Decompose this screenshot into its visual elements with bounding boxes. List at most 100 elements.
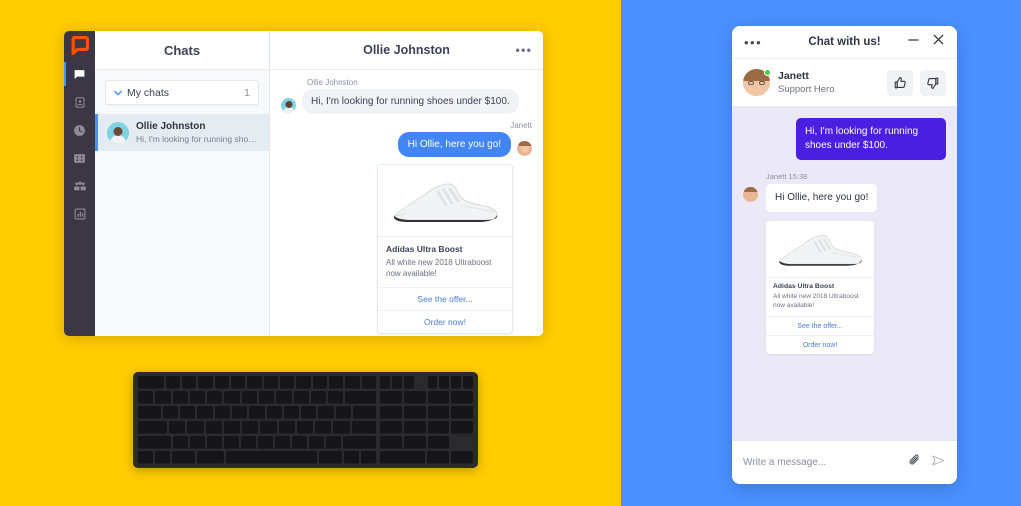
avatar: [743, 69, 771, 96]
see-the-offer-button[interactable]: See the offer...: [766, 316, 874, 335]
chats-panel-body: My chats 1 Ollie Johnston Hi, I'm lookin…: [95, 70, 269, 151]
key: [207, 436, 222, 449]
product-card-info: Adidas Ultra Boost All white new 2018 Ul…: [766, 278, 874, 316]
key: [292, 436, 307, 449]
agent-rating-actions: [887, 69, 946, 96]
my-chats-group-header[interactable]: My chats 1: [105, 80, 259, 105]
key-control: [155, 451, 171, 464]
key: [242, 421, 259, 434]
key-minus: [451, 406, 473, 419]
key: [276, 391, 292, 404]
key: [241, 391, 257, 404]
ellipsis-horizontal-icon[interactable]: •••: [515, 44, 532, 57]
list-item[interactable]: Ollie Johnston Hi, I'm looking for runni…: [95, 114, 269, 151]
key: [345, 376, 360, 389]
key-tab: [138, 406, 161, 419]
key: [169, 421, 186, 434]
sidebar-item-chats[interactable]: [64, 60, 95, 88]
key: [165, 376, 181, 389]
key: [197, 406, 213, 419]
key-9: [427, 406, 450, 419]
key: [315, 421, 332, 434]
key: [329, 376, 344, 389]
key: [266, 406, 282, 419]
composer-actions: [908, 453, 946, 473]
chat-widget: ••• Chat with us! Janett Support Hero Hi…: [732, 26, 957, 484]
chat-widget-messages: Hi, I'm looking for running shoes under …: [732, 106, 957, 440]
key: [283, 406, 300, 419]
product-card: Adidas Ultra Boost All white new 2018 Ul…: [766, 221, 874, 354]
see-the-offer-button[interactable]: See the offer...: [378, 287, 512, 310]
key: [278, 421, 295, 434]
paperclip-icon[interactable]: [908, 453, 922, 472]
key-8: [403, 406, 426, 419]
key-enter-numpad: [450, 451, 473, 464]
key-period: [426, 451, 449, 464]
key: [214, 376, 230, 389]
message-row: Hi Ollie, here you go!: [743, 184, 946, 212]
chats-list-panel: Chats My chats 1 Ollie Johnston Hi, I'm …: [95, 31, 270, 336]
close-icon[interactable]: [932, 33, 945, 51]
key: [173, 436, 188, 449]
keyboard-row: [138, 376, 377, 389]
agent-info: Janett Support Hero: [778, 70, 835, 96]
key: [361, 376, 377, 389]
sidebar-item-tickets[interactable]: [64, 144, 95, 172]
sidebar-item-contacts[interactable]: [64, 88, 95, 116]
keyboard-row: [138, 451, 377, 464]
message-input[interactable]: Write a message...: [743, 457, 908, 468]
message-bubble: Hi Ollie, here you go!: [766, 184, 878, 212]
keyboard-row: [380, 421, 473, 434]
order-now-button[interactable]: Order now!: [378, 310, 512, 333]
chat-widget-controls: [907, 33, 945, 51]
key-gap: [451, 436, 473, 449]
key: [296, 421, 314, 434]
keyboard-main-cluster: [138, 376, 377, 464]
message-row: Hi, I'm looking for running shoes under …: [281, 89, 532, 114]
key-multiply: [451, 391, 473, 404]
key: [312, 376, 328, 389]
magic-keyboard-image: [133, 372, 478, 468]
key: [231, 376, 246, 389]
key-command-left: [196, 451, 225, 464]
sidebar-item-reports[interactable]: [64, 200, 95, 228]
key: [247, 376, 262, 389]
key-6: [427, 421, 450, 434]
key: [263, 376, 279, 389]
key: [309, 436, 324, 449]
message-row: Hi Ollie, here you go!: [281, 132, 532, 157]
sidebar-item-team[interactable]: [64, 172, 95, 200]
my-chats-label: My chats: [127, 86, 170, 99]
key: [403, 376, 414, 389]
avatar: [107, 121, 129, 144]
key-gap: [415, 376, 426, 389]
keyboard-row: [380, 406, 473, 419]
send-paper-plane-icon[interactable]: [931, 453, 946, 473]
key: [318, 406, 334, 419]
key: [380, 376, 390, 389]
right-blue-scene: ••• Chat with us! Janett Support Hero Hi…: [621, 0, 1021, 506]
key-divide: [427, 391, 450, 404]
key-capslock: [138, 421, 168, 434]
key: [162, 406, 179, 419]
avatar: [517, 141, 532, 156]
avatar: [743, 187, 758, 202]
white-running-shoe-image: [378, 165, 512, 237]
key: [138, 376, 164, 389]
key-shift-left: [138, 436, 171, 449]
keyboard-row: [138, 421, 376, 434]
key: [138, 391, 154, 404]
ellipsis-horizontal-icon[interactable]: •••: [744, 36, 762, 49]
key: [223, 421, 241, 434]
sidebar-item-archives[interactable]: [64, 116, 95, 144]
key: [190, 436, 205, 449]
chevron-down-icon: [114, 90, 122, 96]
key-enter: [353, 406, 376, 419]
thumbs-down-icon[interactable]: [920, 69, 946, 96]
order-now-button[interactable]: Order now!: [766, 335, 874, 354]
key-shift-right: [343, 436, 376, 449]
key: [180, 406, 196, 419]
key: [224, 436, 239, 449]
minimize-icon[interactable]: [907, 33, 920, 51]
thumbs-up-icon[interactable]: [887, 69, 913, 96]
